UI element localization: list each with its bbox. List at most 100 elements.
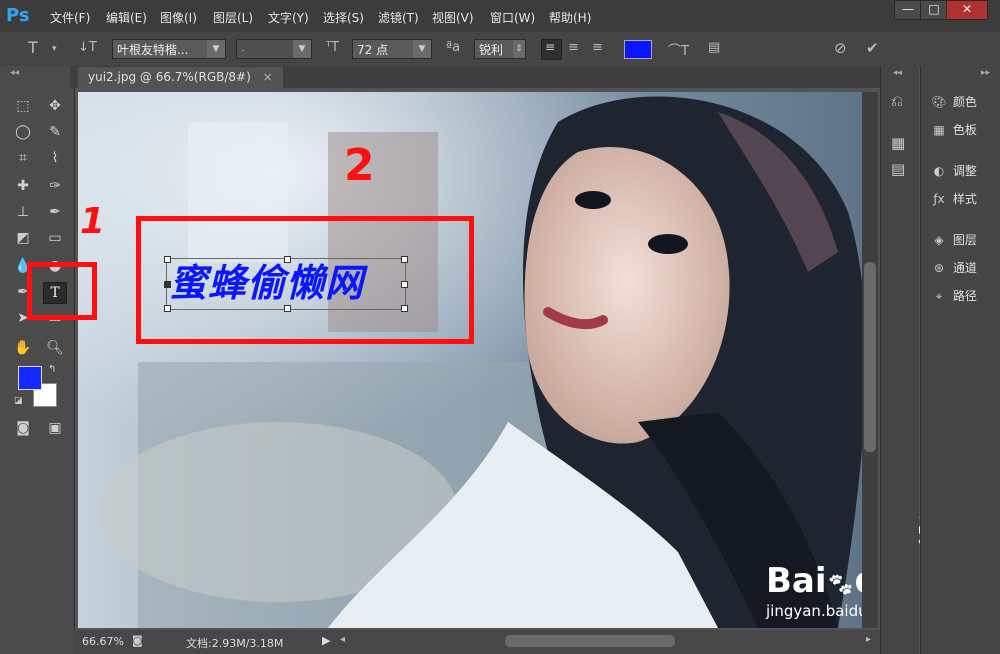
annotation-label-1: 1 [80, 201, 106, 242]
document-canvas[interactable]: 2 蜜蜂偷懒网 Bai🐾︎du jingyan.baidu.com [78, 92, 862, 628]
text-bounding-box[interactable]: 蜜蜂偷懒网 [164, 256, 408, 312]
paragraph-panel-icon[interactable]: ▤ [891, 160, 905, 178]
panel-paths[interactable]: ⌖ 路径 [929, 285, 977, 307]
menu-view[interactable]: 视图(V) [432, 9, 474, 26]
status-menu-arrow-icon[interactable]: ▶ [322, 634, 330, 647]
expand-panels-icon[interactable]: ▸▸ [981, 68, 990, 78]
font-size-value: 72 点 [357, 43, 389, 57]
panel-adjustments[interactable]: ◐ 调整 [929, 160, 977, 182]
transform-handle[interactable] [401, 256, 408, 263]
zoom-tool-icon[interactable]: 🔍︎ [44, 338, 66, 358]
swap-colors-icon[interactable]: ↰ [48, 364, 56, 375]
photo-image [78, 92, 862, 628]
menu-filter[interactable]: 滤镜(T) [378, 9, 419, 26]
type-tool-preset-icon[interactable]: T [28, 38, 38, 57]
screen-mode-icon[interactable]: ▣ [44, 418, 66, 438]
crop-tool-icon[interactable]: ⌗ [12, 148, 34, 168]
quick-select-tool-icon[interactable]: ✎ [44, 122, 66, 142]
commit-edit-icon[interactable]: ✔ [866, 39, 879, 57]
warp-text-icon[interactable]: ⌒T [668, 40, 689, 59]
close-tab-icon[interactable]: × [263, 70, 273, 84]
brush-tool-icon[interactable]: ✑ [44, 176, 66, 196]
chevron-down-icon: ▼ [207, 40, 225, 58]
antialias-select[interactable]: 锐利 ⇕ [474, 39, 526, 59]
chevron-down-icon[interactable]: ▾ [52, 44, 57, 54]
collapse-panel-icon[interactable]: ◂◂ [10, 68, 19, 78]
font-size-icon: ᵀT [326, 40, 339, 55]
close-button[interactable]: ✕ [946, 0, 988, 20]
font-family-value: 叶根友特楷... [117, 43, 189, 57]
status-bar: 66.67% ◙ 文档:2.93M/3.18M ▶ ◂ ▸ [74, 630, 880, 654]
text-color-swatch[interactable] [624, 40, 652, 59]
tools-panel: ◂◂ ⬚ ✥ ◯ ✎ ⌗ ⌇ ✚ ✑ ⊥ ✒ ◩ ▭ 💧 ● ✒ T ➤ ▭ ✋… [0, 66, 75, 654]
default-colors-icon[interactable]: ◪ [14, 396, 23, 406]
menu-window[interactable]: 窗口(W) [490, 9, 535, 26]
lasso-tool-icon[interactable]: ◯ [12, 122, 34, 142]
menu-bar: Ps 文件(F) 编辑(E) 图像(I) 图层(L) 文字(Y) 选择(S) 滤… [0, 0, 1000, 32]
menu-edit[interactable]: 编辑(E) [106, 9, 147, 26]
menu-type[interactable]: 文字(Y) [268, 9, 309, 26]
font-style-select[interactable]: - ▼ [236, 39, 312, 59]
panel-color[interactable]: 🎨︎ 颜色 [929, 91, 976, 113]
panel-layers[interactable]: ◈ 图层 [929, 229, 976, 251]
foreground-color-swatch[interactable] [18, 366, 42, 390]
clone-stamp-tool-icon[interactable]: ⊥ [12, 202, 34, 222]
align-center-icon[interactable]: ≡ [568, 40, 579, 55]
chevron-down-icon: ▼ [293, 40, 311, 58]
swatches-icon: ▦ [933, 123, 945, 137]
menu-select[interactable]: 选择(S) [323, 9, 364, 26]
font-size-select[interactable]: 72 点 ▼ [352, 39, 432, 59]
menu-image[interactable]: 图像(I) [160, 9, 197, 26]
scroll-left-icon[interactable]: ◂ [340, 634, 345, 645]
styles-icon: ƒx [933, 192, 945, 206]
hand-tool-icon[interactable]: ✋ [12, 338, 34, 358]
baidu-watermark: Bai🐾︎du jingyan.baidu.com [766, 564, 862, 624]
maximize-button[interactable]: □ [920, 0, 948, 20]
panel-styles[interactable]: ƒx 样式 [929, 188, 977, 210]
menu-layer[interactable]: 图层(L) [213, 9, 253, 26]
move-tool-icon[interactable]: ✥ [44, 96, 66, 116]
character-panel-icon[interactable]: ▤ [708, 40, 720, 55]
paw-icon: 🐾︎ [826, 573, 855, 598]
properties-panel-icon[interactable]: ▦ [891, 134, 905, 152]
align-right-icon[interactable]: ≡ [592, 40, 603, 55]
watermark-url: jingyan.baidu.com [766, 602, 862, 620]
transform-handle[interactable] [164, 305, 171, 312]
scroll-right-icon[interactable]: ▸ [866, 634, 871, 645]
text-layer-content[interactable]: 蜜蜂偷懒网 [169, 261, 364, 305]
chevron-down-icon: ▼ [413, 40, 431, 58]
history-panel-icon[interactable]: ⎌ [891, 92, 903, 110]
transform-handle[interactable] [401, 281, 408, 288]
menu-help[interactable]: 帮助(H) [549, 9, 591, 26]
cancel-edit-icon[interactable]: ⊘ [834, 39, 847, 57]
paths-icon: ⌖ [935, 289, 943, 303]
quick-mask-icon[interactable]: ◙ [12, 418, 34, 438]
panel-dock: ▸▸ 🎨︎ 颜色 ▦ 色板 ◐ 调整 ƒx 样式 ◈ 图层 ⊛ 通道 ⌖ 路径 [920, 66, 1000, 654]
transform-handle[interactable] [284, 305, 291, 312]
text-orientation-icon[interactable]: ↓T [78, 40, 97, 55]
eyedropper-tool-icon[interactable]: ⌇ [44, 148, 66, 168]
menu-file[interactable]: 文件(F) [50, 9, 90, 26]
status-info-icon[interactable]: ◙ [132, 634, 143, 647]
adjustments-icon: ◐ [933, 164, 945, 178]
collapse-panel-icon[interactable]: ◂◂ [893, 68, 902, 78]
history-brush-tool-icon[interactable]: ✒ [44, 202, 66, 222]
eraser-tool-icon[interactable]: ◩ [12, 228, 34, 248]
vertical-scroll-thumb[interactable] [864, 262, 876, 452]
zoom-level[interactable]: 66.67% [82, 635, 124, 648]
transform-handle[interactable] [401, 305, 408, 312]
align-left-icon: ≡ [545, 40, 556, 54]
gradient-tool-icon[interactable]: ▭ [44, 228, 66, 248]
horizontal-scroll-thumb[interactable] [505, 635, 675, 647]
minimize-button[interactable]: — [894, 0, 922, 20]
document-tab[interactable]: yui2.jpg @ 66.7%(RGB/8#) × [78, 67, 283, 88]
annotation-label-2: 2 [344, 140, 375, 191]
marquee-tool-icon[interactable]: ⬚ [12, 96, 34, 116]
font-family-select[interactable]: 叶根友特楷... ▼ [112, 39, 226, 59]
align-left-button[interactable]: ≡ [541, 39, 562, 60]
watermark-logo-text: Bai🐾︎du [766, 561, 862, 601]
healing-brush-tool-icon[interactable]: ✚ [12, 176, 34, 196]
panel-swatches[interactable]: ▦ 色板 [929, 119, 977, 141]
document-size: 文档:2.93M/3.18M [186, 637, 284, 650]
panel-channels[interactable]: ⊛ 通道 [929, 257, 977, 279]
